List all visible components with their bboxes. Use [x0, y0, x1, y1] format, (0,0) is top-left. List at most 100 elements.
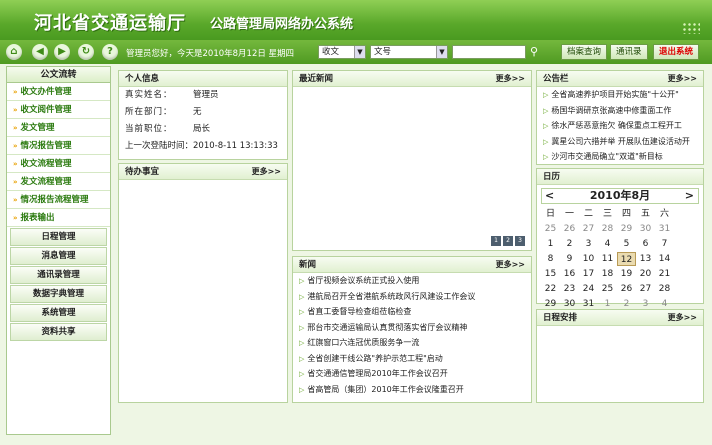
contacts-button[interactable]: 通讯录: [610, 44, 648, 60]
calendar-day[interactable]: 22: [541, 282, 560, 296]
sidebar-item[interactable]: » 情况报告流程管理: [7, 191, 110, 209]
calendar-day[interactable]: 27: [579, 222, 598, 236]
calendar-day[interactable]: 2: [560, 237, 579, 251]
calendar-day[interactable]: 17: [579, 267, 598, 281]
bullet-icon: ▷: [543, 137, 549, 146]
calendar-day[interactable]: 27: [636, 282, 655, 296]
archive-search-button[interactable]: 档案查询: [561, 44, 608, 60]
calendar-day[interactable]: 5: [617, 237, 636, 251]
bullet-icon: ▷: [543, 106, 549, 115]
news-item[interactable]: ▷ 全省创建干线公路"养护示范工程"启动: [293, 351, 531, 367]
notice-item[interactable]: ▷ 杨国华调研京张高速中修重面工作: [537, 103, 703, 119]
page-button[interactable]: 3: [515, 236, 525, 246]
calendar-day[interactable]: 26: [560, 222, 579, 236]
calendar-day[interactable]: 6: [636, 237, 655, 251]
news-item[interactable]: ▷ 省直工委督导检查组莅临检查: [293, 304, 531, 320]
sidebar-item[interactable]: » 收文流程管理: [7, 155, 110, 173]
calendar-day[interactable]: 29: [617, 222, 636, 236]
calendar-day[interactable]: 16: [560, 267, 579, 281]
app-title: 河北省交通运输厅: [34, 13, 186, 34]
calendar-day[interactable]: 25: [541, 222, 560, 236]
arrow-icon: »: [13, 124, 18, 132]
more-link[interactable]: 更多>>: [668, 71, 697, 87]
news-item[interactable]: ▷ 省厅视频会议系统正式投入使用: [293, 273, 531, 289]
calendar-day[interactable]: 9: [560, 252, 579, 266]
news-item[interactable]: ▷ 省高管局（集团）2010年工作会议隆重召开: [293, 382, 531, 398]
calendar-day[interactable]: 18: [598, 267, 617, 281]
calendar-day[interactable]: 31: [655, 222, 674, 236]
news-item[interactable]: ▷ 省交通通信管理局2010年工作会议召开: [293, 366, 531, 382]
calendar-day[interactable]: 23: [560, 282, 579, 296]
logout-button[interactable]: 退出系统: [653, 44, 700, 60]
calendar-day[interactable]: 21: [655, 267, 674, 281]
sidebar-category[interactable]: 系统管理: [10, 304, 107, 322]
sidebar-category[interactable]: 消息管理: [10, 247, 107, 265]
personal-info-panel: 个人信息 真实姓名： 管理员 所在部门：无 当前职位： 局长 上一次登陆时间：201…: [118, 70, 288, 160]
notice-item[interactable]: ▷ 全省高速养护项目开始实施"十公开": [537, 87, 703, 103]
search-input[interactable]: [452, 45, 526, 59]
calendar-day[interactable]: 4: [598, 237, 617, 251]
calendar-day[interactable]: 7: [655, 237, 674, 251]
calendar-day[interactable]: 26: [617, 282, 636, 296]
calendar-day[interactable]: 8: [541, 252, 560, 266]
news-item[interactable]: ▷ 红旗窗口六连冠优质服务争一流: [293, 335, 531, 351]
sidebar-category[interactable]: 日程管理: [10, 228, 107, 246]
sidebar-item[interactable]: » 收文阅件管理: [7, 101, 110, 119]
sidebar-category[interactable]: 资料共享: [10, 323, 107, 341]
weekday-label: 四: [621, 209, 631, 219]
home-icon[interactable]: ⌂: [6, 44, 22, 60]
chevron-down-icon: ▼: [354, 46, 365, 58]
search-field-select[interactable]: 文号 ▼: [370, 45, 448, 59]
calendar-day[interactable]: 15: [541, 267, 560, 281]
notice-item[interactable]: ▷ 沙河市交通局确立"双道"新目标: [537, 149, 703, 165]
search-icon[interactable]: ⚲: [530, 45, 538, 58]
page-button[interactable]: 1: [491, 236, 501, 246]
info-row: 所在部门：无: [125, 107, 202, 117]
weekday-label: 日: [545, 209, 555, 219]
notice-item[interactable]: ▷ 徐水严惩恶意拖欠 确保重点工程开工: [537, 118, 703, 134]
next-month-button[interactable]: >: [685, 189, 694, 203]
calendar-day[interactable]: 1: [541, 237, 560, 251]
more-link[interactable]: 更多>>: [496, 71, 525, 87]
refresh-icon[interactable]: ↻: [78, 44, 94, 60]
sidebar-head[interactable]: 公文流转: [7, 67, 110, 83]
news-item[interactable]: ▷ 港航局召开全省港航系统政风行风建设工作会议: [293, 289, 531, 305]
prev-month-button[interactable]: <: [545, 189, 554, 203]
page-button[interactable]: 2: [503, 236, 513, 246]
sidebar-item[interactable]: » 情况报告管理: [7, 137, 110, 155]
sidebar-item[interactable]: » 发文流程管理: [7, 173, 110, 191]
sidebar-item[interactable]: » 发文管理: [7, 119, 110, 137]
more-link[interactable]: 更多>>: [252, 164, 281, 180]
calendar-day[interactable]: 30: [636, 222, 655, 236]
calendar-day[interactable]: 11: [598, 252, 617, 266]
notice-item[interactable]: ▷ 冀星公司六措并举 开展队伍建设活动开: [537, 134, 703, 150]
calendar-day[interactable]: 10: [579, 252, 598, 266]
more-link[interactable]: 更多>>: [668, 310, 697, 326]
calendar-day[interactable]: 25: [598, 282, 617, 296]
news-item[interactable]: ▷ 邢台市交通运输局认真贯彻落实省厅会议精神: [293, 320, 531, 336]
weekday-label: 三: [602, 209, 612, 219]
calendar-day[interactable]: 3: [579, 237, 598, 251]
calendar-day[interactable]: 28: [598, 222, 617, 236]
calendar-day[interactable]: 28: [655, 282, 674, 296]
sidebar-item[interactable]: » 收文办件管理: [7, 83, 110, 101]
doc-type-select[interactable]: 收文 ▼: [318, 45, 366, 59]
dots-decoration-icon: [682, 22, 700, 34]
arrow-icon: »: [13, 160, 18, 168]
forward-arrow-icon[interactable]: ▶: [54, 44, 70, 60]
app-subtitle: 公路管理局网络办公系统: [210, 17, 354, 32]
notice-panel: 公告栏 更多>> ▷ 全省高速养护项目开始实施"十公开" ▷ 杨国华调研京张高速中修重…: [536, 70, 704, 165]
help-icon[interactable]: ?: [102, 44, 118, 60]
calendar-day[interactable]: 14: [655, 252, 674, 266]
sidebar-item[interactable]: » 报表输出: [7, 209, 110, 227]
calendar-day[interactable]: 24: [579, 282, 598, 296]
calendar-day[interactable]: 13: [636, 252, 655, 266]
sidebar-category[interactable]: 通讯录管理: [10, 266, 107, 284]
more-link[interactable]: 更多>>: [496, 257, 525, 273]
panel-title: 公告栏: [543, 74, 569, 84]
back-arrow-icon[interactable]: ◀: [32, 44, 48, 60]
calendar-day[interactable]: 12: [617, 252, 636, 266]
calendar-day[interactable]: 20: [636, 267, 655, 281]
sidebar-category[interactable]: 数据字典管理: [10, 285, 107, 303]
calendar-day[interactable]: 19: [617, 267, 636, 281]
